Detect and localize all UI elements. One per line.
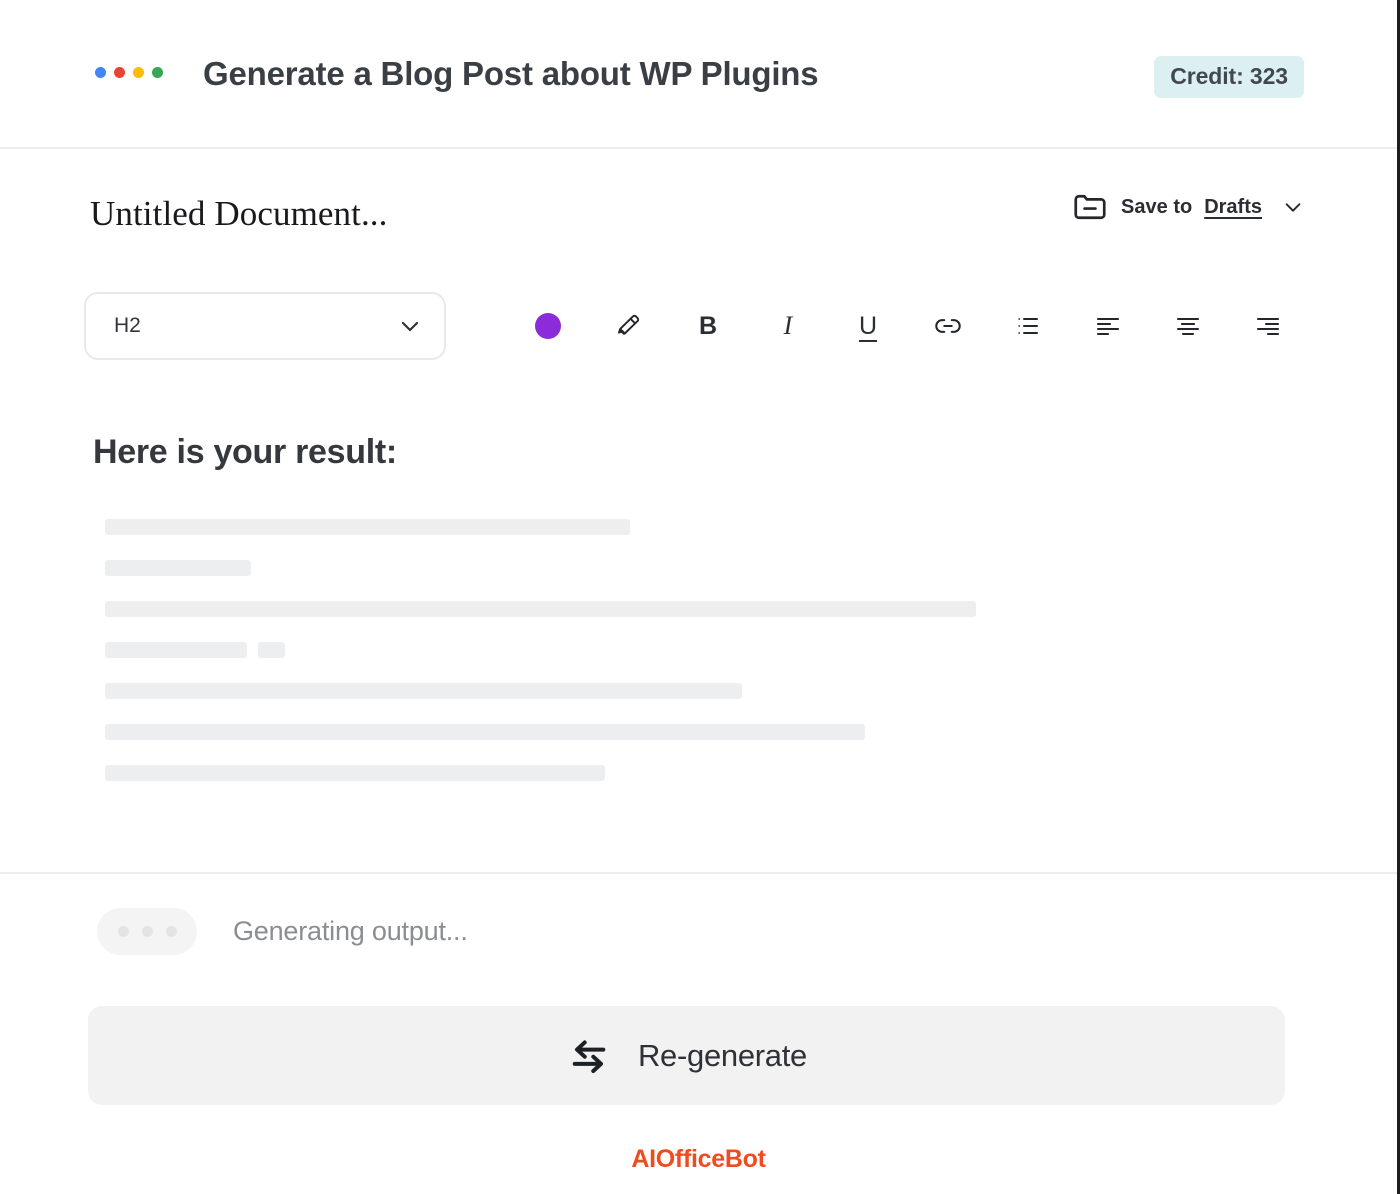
generation-status-row: Generating output... <box>97 908 468 955</box>
regenerate-button[interactable]: Re-generate <box>88 1006 1285 1105</box>
heading-format-select[interactable]: H2 <box>84 292 446 360</box>
watermark-logo: AIOfficeBot <box>631 1145 766 1173</box>
skeleton-bar <box>105 642 247 658</box>
bold-icon: B <box>698 311 718 340</box>
underline-button[interactable]: U <box>828 292 908 360</box>
skeleton-bar <box>105 683 742 699</box>
underline-icon: U <box>858 311 878 340</box>
italic-icon: I <box>783 311 793 340</box>
heading-format-value: H2 <box>114 314 141 337</box>
skeleton-bar <box>105 765 605 781</box>
italic-button[interactable]: I <box>748 292 828 360</box>
save-to-drafts-control[interactable]: Save to Drafts <box>1071 188 1304 226</box>
skeleton-bar <box>105 560 251 576</box>
color-circle-icon <box>535 313 561 339</box>
brand-dots-logo <box>95 67 163 78</box>
align-left-icon <box>1093 311 1123 341</box>
swap-arrows-icon <box>566 1036 612 1076</box>
loading-dot <box>141 926 153 937</box>
app-window: Generate a Blog Post about WP Plugins Cr… <box>0 0 1400 1194</box>
align-center-icon <box>1173 311 1203 341</box>
chevron-down-icon[interactable] <box>398 314 422 338</box>
skeleton-row <box>105 724 1285 740</box>
chevron-down-icon[interactable] <box>1282 196 1304 218</box>
save-to-drafts-label: Save to <box>1121 195 1193 218</box>
bold-button[interactable]: B <box>668 292 748 360</box>
highlighter-icon <box>613 311 643 341</box>
skeleton-row <box>105 601 1285 617</box>
loading-dot <box>165 926 177 937</box>
skeleton-row <box>105 642 1285 658</box>
page-title: Generate a Blog Post about WP Plugins <box>203 55 819 92</box>
result-skeleton-placeholder <box>105 519 1285 806</box>
save-to-drafts-target[interactable]: Drafts <box>1204 196 1262 219</box>
text-color-swatch-button[interactable] <box>508 292 588 360</box>
dot-blue-icon <box>95 67 106 78</box>
highlighter-button[interactable] <box>588 292 668 360</box>
link-button[interactable] <box>908 292 988 360</box>
skeleton-bar <box>105 601 976 617</box>
skeleton-bar <box>258 642 285 658</box>
result-heading: Here is your result: <box>93 433 397 471</box>
align-center-button[interactable] <box>1148 292 1228 360</box>
link-icon <box>932 310 964 342</box>
align-left-button[interactable] <box>1068 292 1148 360</box>
bulleted-list-icon <box>1013 311 1043 341</box>
align-right-button[interactable] <box>1228 292 1308 360</box>
formatting-toolbar: B I U <box>508 292 1308 360</box>
skeleton-bar <box>105 724 865 740</box>
skeleton-row <box>105 519 1285 535</box>
document-title[interactable]: Untitled Document... <box>90 194 388 234</box>
skeleton-row <box>105 560 1285 576</box>
loading-dot <box>117 926 129 937</box>
credit-badge: Credit: 323 <box>1154 56 1304 98</box>
app-header: Generate a Blog Post about WP Plugins Cr… <box>0 0 1397 149</box>
three-dots-loading-icon <box>97 908 197 955</box>
dot-yellow-icon <box>133 67 144 78</box>
folder-minus-icon <box>1071 188 1109 226</box>
regenerate-label: Re-generate <box>637 1037 808 1073</box>
section-divider <box>0 872 1397 874</box>
skeleton-row <box>105 683 1285 699</box>
skeleton-row <box>105 765 1285 781</box>
dot-red-icon <box>114 67 125 78</box>
align-right-icon <box>1253 311 1283 341</box>
dot-green-icon <box>152 67 163 78</box>
bulleted-list-button[interactable] <box>988 292 1068 360</box>
generation-status-text: Generating output... <box>233 916 468 946</box>
skeleton-bar <box>105 519 630 535</box>
